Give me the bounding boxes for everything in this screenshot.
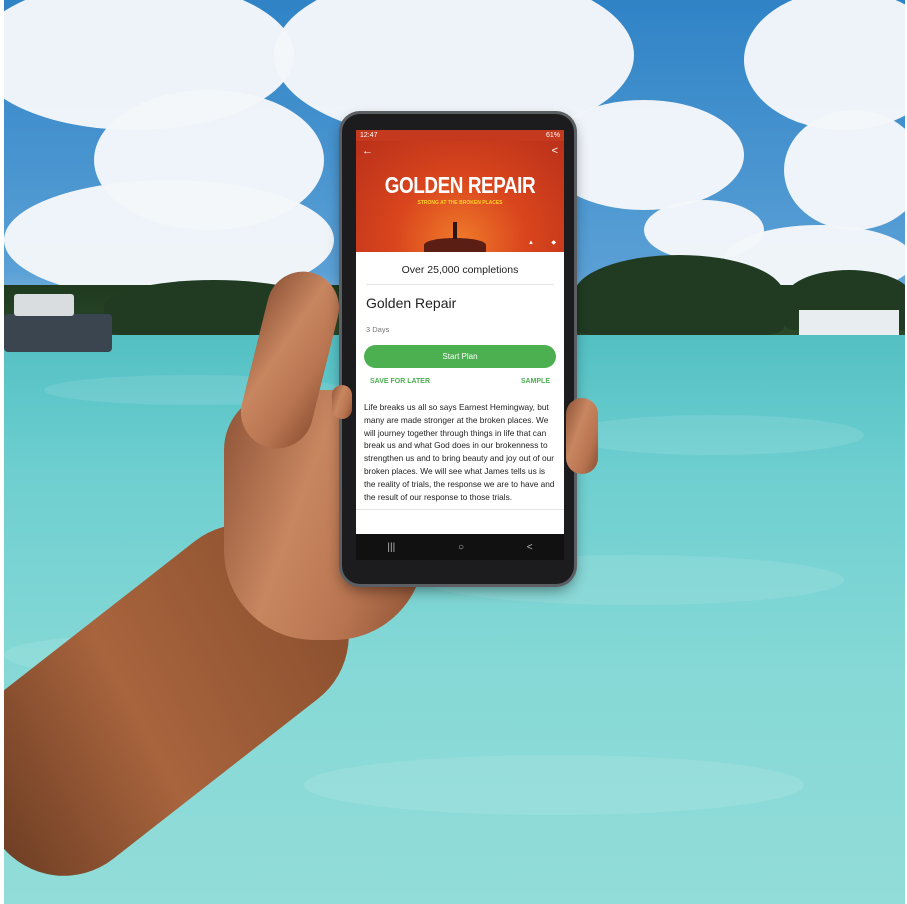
finger <box>566 398 598 474</box>
publisher-logo-icon: ◆ <box>551 240 556 246</box>
plan-title: Golden Repair <box>366 295 457 311</box>
start-plan-button[interactable]: Start Plan <box>364 345 556 368</box>
completions-count: Over 25,000 completions <box>366 252 554 285</box>
sample-link[interactable]: SAMPLE <box>521 378 550 385</box>
finger-left <box>332 385 352 419</box>
app-screen: 12:47 61% ← < GOLDEN REPAIR STRONG AT TH… <box>356 130 564 560</box>
save-for-later-link[interactable]: SAVE FOR LATER <box>370 378 430 385</box>
status-battery: 61% <box>545 132 560 139</box>
hero-title: GOLDEN REPAIR <box>384 172 536 198</box>
nav-back-icon[interactable]: < <box>527 542 533 553</box>
share-icon[interactable]: < <box>552 145 558 157</box>
home-icon[interactable]: ○ <box>458 542 464 553</box>
hero-subtitle: STRONG AT THE BROKEN PLACES <box>417 200 503 206</box>
church-logo-icon: ▲ <box>528 240 534 246</box>
divider <box>356 509 564 511</box>
photo-scene: 12:47 61% ← < GOLDEN REPAIR STRONG AT TH… <box>4 0 905 904</box>
back-arrow-icon[interactable]: ← <box>362 145 373 157</box>
hero-figure <box>453 222 457 239</box>
status-bar: 12:47 61% <box>356 130 564 141</box>
plan-hero-image: ← < GOLDEN REPAIR STRONG AT THE BROKEN P… <box>356 141 564 252</box>
boat <box>4 288 116 354</box>
status-time: 12:47 <box>360 132 378 139</box>
recents-icon[interactable]: ||| <box>387 542 395 553</box>
android-nav-bar: ||| ○ < <box>356 534 564 560</box>
plan-description: Life breaks us all so says Earnest Hemin… <box>364 402 555 502</box>
plan-duration: 3 Days <box>366 325 390 334</box>
hero-rock <box>424 238 486 252</box>
phone: 12:47 61% ← < GOLDEN REPAIR STRONG AT TH… <box>342 114 574 584</box>
